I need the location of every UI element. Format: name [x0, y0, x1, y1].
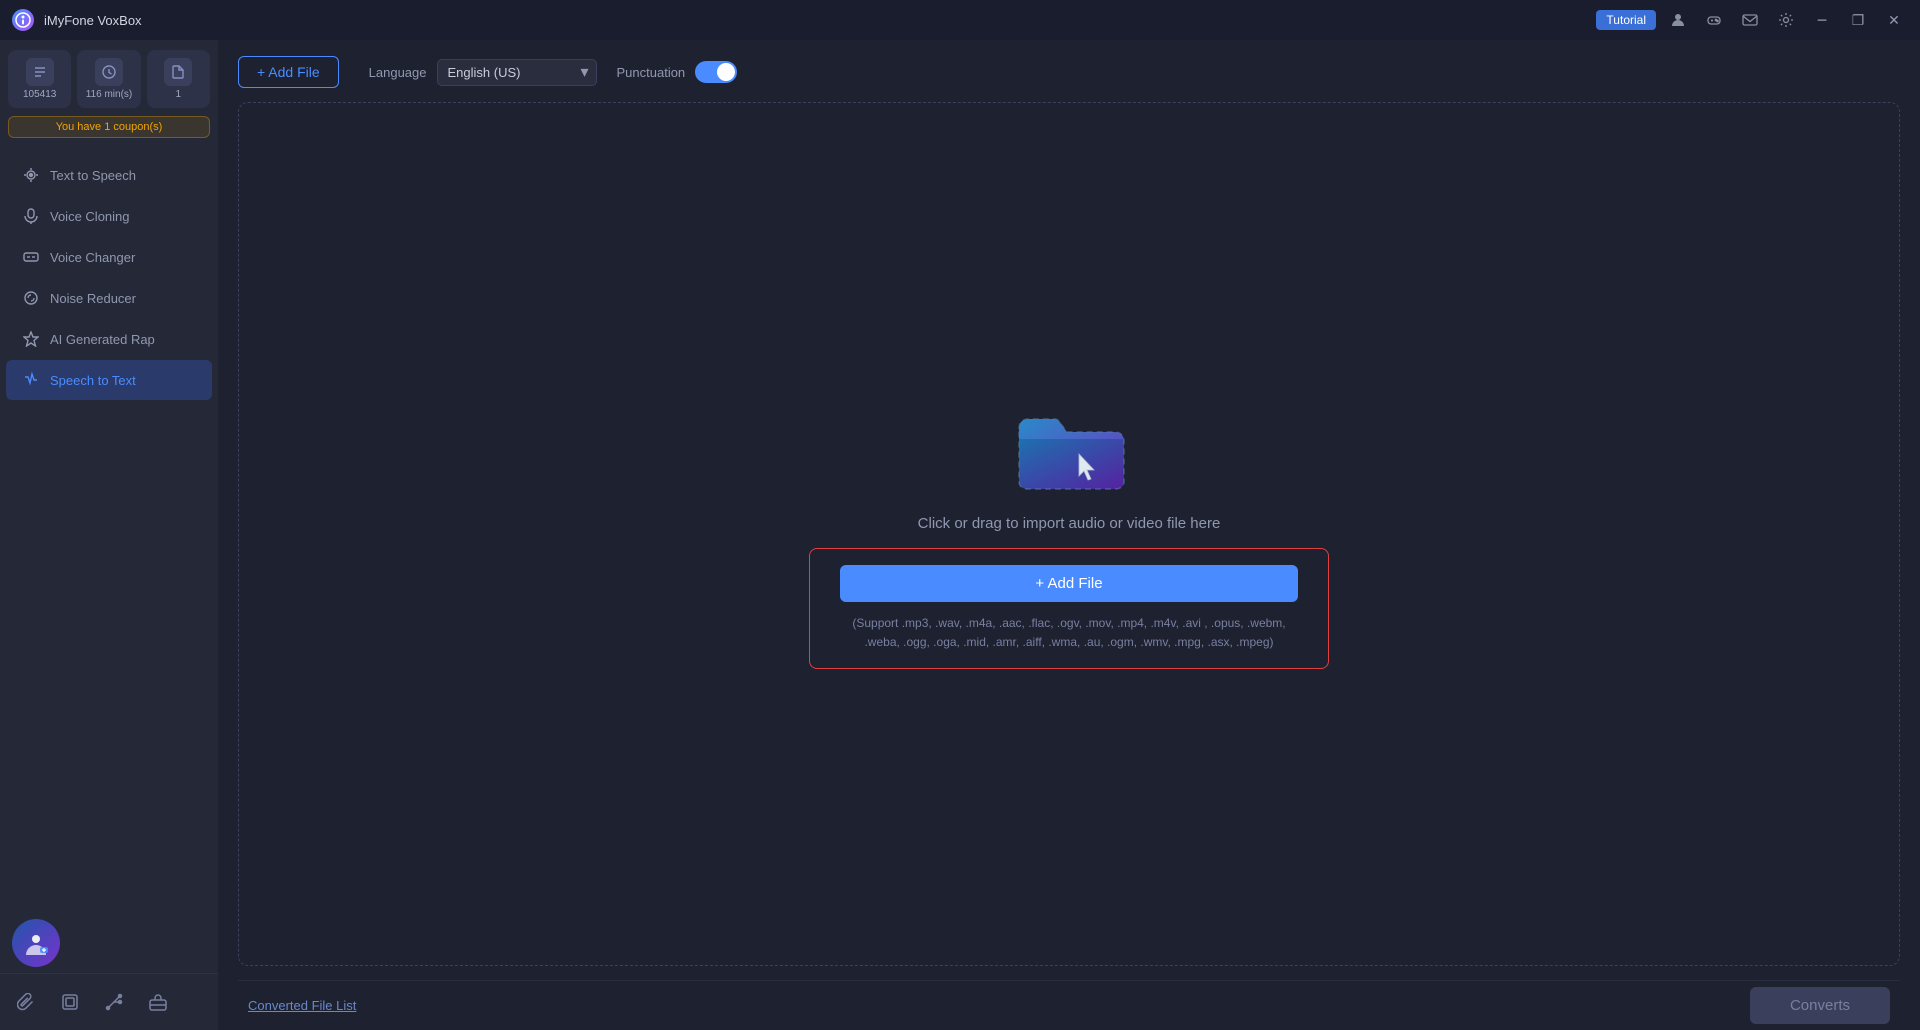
sidebar-item-speech-to-text[interactable]: Speech to Text — [6, 360, 212, 400]
chars-icon — [26, 58, 54, 86]
coupon-banner[interactable]: You have 1 coupon(s) — [8, 116, 210, 138]
punctuation-toggle[interactable] — [695, 61, 737, 83]
app-title: iMyFone VoxBox — [44, 13, 142, 28]
language-select[interactable]: English (US) Chinese Spanish French Germ… — [437, 59, 597, 86]
main-layout: 105413 116 min(s) 1 You have 1 coupon(s) — [0, 40, 1920, 1030]
text-to-speech-icon — [22, 166, 40, 184]
add-file-section: + Add File (Support .mp3, .wav, .m4a, .a… — [809, 548, 1329, 669]
language-setting: Language English (US) Chinese Spanish Fr… — [369, 59, 597, 86]
toggle-bg — [695, 61, 737, 83]
language-label: Language — [369, 65, 427, 80]
punctuation-label: Punctuation — [617, 65, 686, 80]
ai-rap-icon — [22, 330, 40, 348]
add-file-blue-button[interactable]: + Add File — [840, 565, 1298, 602]
settings-icon[interactable] — [1772, 6, 1800, 34]
mail-icon[interactable] — [1736, 6, 1764, 34]
drop-zone-inner: Click or drag to import audio or video f… — [809, 399, 1329, 669]
voice-cloning-icon — [22, 207, 40, 225]
text-to-speech-label: Text to Speech — [50, 168, 136, 183]
sidebar-item-noise-reducer[interactable]: Noise Reducer — [6, 278, 212, 318]
mins-icon — [95, 58, 123, 86]
converted-file-list-link[interactable]: Converted File List — [248, 998, 356, 1013]
files-value: 1 — [176, 89, 182, 100]
stat-mins: 116 min(s) — [77, 50, 140, 108]
sidebar-top: 105413 116 min(s) 1 You have 1 coupon(s) — [0, 40, 218, 146]
frame-tool[interactable] — [52, 984, 88, 1020]
mins-value: 116 min(s) — [86, 89, 133, 100]
drop-hint-text: Click or drag to import audio or video f… — [918, 515, 1221, 532]
chars-value: 105413 — [23, 89, 56, 100]
close-button[interactable]: ✕ — [1880, 6, 1908, 34]
sidebar-item-ai-generated-rap[interactable]: AI Generated Rap — [6, 319, 212, 359]
noise-reducer-label: Noise Reducer — [50, 291, 136, 306]
attachment-tool[interactable] — [8, 984, 44, 1020]
add-file-button[interactable]: + Add File — [238, 56, 339, 88]
app-logo — [12, 9, 34, 31]
sidebar-avatar — [12, 919, 60, 967]
sidebar-item-voice-changer[interactable]: Voice Changer — [6, 237, 212, 277]
folder-icon — [1009, 399, 1129, 499]
format-support: (Support .mp3, .wav, .m4a, .aac, .flac, … — [852, 614, 1285, 652]
voice-changer-icon — [22, 248, 40, 266]
sidebar-nav: Text to Speech Voice Cloning Voice Chang… — [0, 146, 218, 537]
toggle-knob — [717, 63, 735, 81]
sidebar: 105413 116 min(s) 1 You have 1 coupon(s) — [0, 40, 218, 1030]
sidebar-bottom — [0, 973, 218, 1030]
bottom-bar: Converted File List Converts — [238, 980, 1900, 1030]
ai-rap-label: AI Generated Rap — [50, 332, 155, 347]
user-icon[interactable] — [1664, 6, 1692, 34]
titlebar-controls: Tutorial − ❐ ✕ — [1596, 6, 1908, 34]
stat-chars: 105413 — [8, 50, 71, 108]
stat-files: 1 — [147, 50, 210, 108]
minimize-button[interactable]: − — [1808, 6, 1836, 34]
voice-cloning-label: Voice Cloning — [50, 209, 130, 224]
voice-changer-label: Voice Changer — [50, 250, 135, 265]
titlebar: iMyFone VoxBox Tutorial − ❐ ✕ — [0, 0, 1920, 40]
toolbar-settings: Language English (US) Chinese Spanish Fr… — [369, 59, 738, 86]
drop-zone[interactable]: Click or drag to import audio or video f… — [238, 102, 1900, 966]
gamepad-icon[interactable] — [1700, 6, 1728, 34]
sidebar-item-text-to-speech[interactable]: Text to Speech — [6, 155, 212, 195]
speech-to-text-icon — [22, 371, 40, 389]
language-select-wrapper: English (US) Chinese Spanish French Germ… — [437, 59, 597, 86]
punctuation-setting: Punctuation — [617, 61, 738, 83]
noise-reducer-icon — [22, 289, 40, 307]
maximize-button[interactable]: ❐ — [1844, 6, 1872, 34]
tutorial-button[interactable]: Tutorial — [1596, 10, 1656, 30]
convert-button[interactable]: Converts — [1750, 987, 1890, 1024]
content-area: + Add File Language English (US) Chinese… — [218, 40, 1920, 1030]
speech-to-text-label: Speech to Text — [50, 373, 136, 388]
branch-tool[interactable] — [96, 984, 132, 1020]
files-icon — [164, 58, 192, 86]
stats-row: 105413 116 min(s) 1 — [8, 50, 210, 108]
toolbar: + Add File Language English (US) Chinese… — [238, 56, 1900, 88]
titlebar-left: iMyFone VoxBox — [12, 9, 142, 31]
sidebar-item-voice-cloning[interactable]: Voice Cloning — [6, 196, 212, 236]
briefcase-tool[interactable] — [140, 984, 176, 1020]
